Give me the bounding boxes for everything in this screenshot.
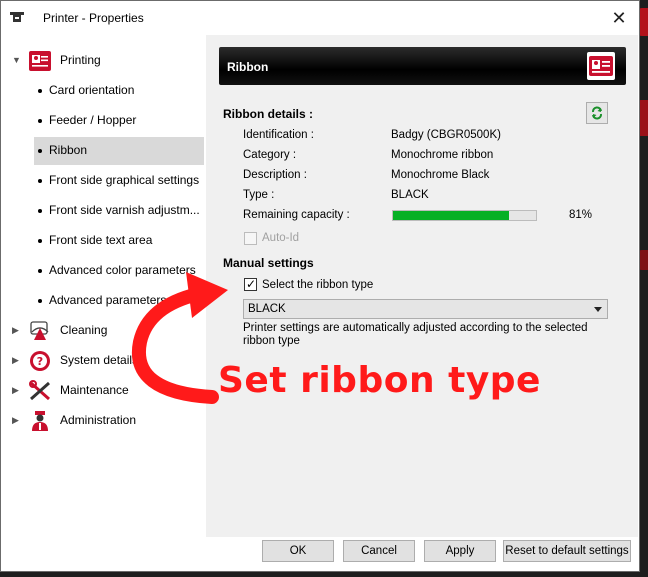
detail-value: Monochrome Black	[391, 169, 490, 181]
dropdown-caret-icon	[594, 307, 602, 312]
manual-settings-title: Manual settings	[223, 256, 314, 270]
detail-label: Category :	[243, 149, 297, 161]
detail-row-category: Category : Monochrome ribbon	[243, 149, 623, 165]
detail-row-description: Description : Monochrome Black	[243, 169, 623, 185]
tree-item-feeder-hopper[interactable]: Feeder / Hopper	[34, 107, 204, 135]
tree-item-label: Card orientation	[49, 83, 135, 97]
ribbon-type-selected-value: BLACK	[248, 303, 286, 315]
bullet	[38, 209, 42, 213]
detail-label: Type :	[243, 189, 275, 201]
auto-adjust-note: Printer settings are automatically adjus…	[243, 322, 588, 347]
remaining-capacity-bar	[392, 210, 537, 221]
properties-dialog: Printer - Properties ✕ ▼ Printing Card o…	[0, 0, 640, 572]
tree-item-card-orientation[interactable]: Card orientation	[34, 77, 204, 105]
tree-item-front-graphical-settings[interactable]: Front side graphical settings	[34, 167, 204, 195]
tree-item-label: Front side graphical settings	[49, 173, 200, 187]
bullet	[38, 119, 42, 123]
refresh-button[interactable]	[586, 102, 608, 124]
annotation-caption: Set ribbon type	[218, 360, 541, 401]
detail-label: Identification :	[243, 129, 314, 141]
detail-value: Monochrome ribbon	[391, 149, 494, 161]
expand-arrow-icon[interactable]: ▶	[12, 355, 19, 366]
reset-defaults-button[interactable]: Reset to default settings	[503, 540, 631, 562]
detail-row-identification: Identification : Badgy (CBGR0500K)	[243, 129, 623, 145]
expand-arrow-icon[interactable]: ▶	[12, 415, 19, 426]
ok-button[interactable]: OK	[262, 540, 334, 562]
tree-node-label: Cleaning	[60, 323, 108, 337]
bullet	[38, 239, 42, 243]
remaining-capacity-fill	[393, 211, 509, 220]
bullet	[38, 269, 42, 273]
detail-label: Remaining capacity :	[243, 209, 350, 221]
ribbon-type-dropdown[interactable]: BLACK	[243, 299, 608, 319]
printing-icon	[29, 51, 51, 71]
auto-id-checkbox[interactable]	[244, 232, 257, 245]
remaining-capacity-percent: 81%	[569, 209, 593, 221]
tree-item-front-varnish[interactable]: Front side varnish adjustm...	[34, 197, 204, 225]
detail-label: Description :	[243, 169, 307, 181]
select-ribbon-type-checkbox[interactable]: ✓	[244, 277, 257, 291]
tree-item-front-text-area[interactable]: Front side text area	[34, 227, 204, 255]
bullet	[38, 179, 42, 183]
refresh-icon	[592, 106, 602, 120]
ribbon-details-title: Ribbon details :	[223, 107, 313, 121]
bullet	[38, 299, 42, 303]
admin-icon	[32, 411, 48, 431]
detail-value: BLACK	[391, 189, 429, 201]
tree-node-label: Administration	[60, 413, 137, 427]
cancel-button[interactable]: Cancel	[343, 540, 415, 562]
expand-arrow-icon[interactable]: ▶	[12, 325, 19, 336]
annotation-arrow-icon	[131, 272, 228, 404]
tree-node-label: Maintenance	[60, 383, 129, 397]
ribbon-settings-panel: Ribbon Ribbon details : Identification :	[206, 35, 638, 562]
title-bar: Printer - Properties ✕	[1, 1, 639, 35]
auto-id-label: Auto-Id	[262, 232, 300, 244]
bullet	[38, 89, 42, 93]
window-title: Printer - Properties	[43, 11, 144, 25]
svg-text:?: ?	[37, 355, 43, 368]
tree-item-label: Ribbon	[49, 143, 88, 157]
expand-arrow-icon[interactable]: ▼	[12, 55, 21, 65]
tools-icon	[29, 380, 50, 401]
detail-value: Badgy (CBGR0500K)	[391, 129, 501, 141]
tree-item-label: Feeder / Hopper	[49, 113, 137, 127]
close-button[interactable]: ✕	[605, 5, 633, 31]
help-icon: ?	[30, 351, 50, 371]
detail-row-type: Type : BLACK	[243, 189, 623, 205]
tree-item-label: Front side text area	[49, 233, 153, 247]
tree-item-label: Front side varnish adjustm...	[49, 203, 200, 217]
tree-node-label: Printing	[60, 53, 101, 67]
cleaning-icon	[30, 321, 49, 340]
panel-header: Ribbon	[219, 47, 626, 85]
printer-icon	[10, 12, 24, 22]
select-ribbon-type-label: Select the ribbon type	[262, 279, 374, 291]
tree-item-ribbon[interactable]: Ribbon	[34, 137, 204, 165]
expand-arrow-icon[interactable]: ▶	[12, 385, 19, 396]
ribbon-card-icon	[587, 52, 615, 80]
panel-header-title: Ribbon	[227, 60, 269, 74]
apply-button[interactable]: Apply	[424, 540, 496, 562]
bullet	[38, 149, 42, 153]
tree-node-printing[interactable]: ▼ Printing	[2, 47, 204, 75]
checkmark-icon: ✓	[246, 277, 257, 291]
